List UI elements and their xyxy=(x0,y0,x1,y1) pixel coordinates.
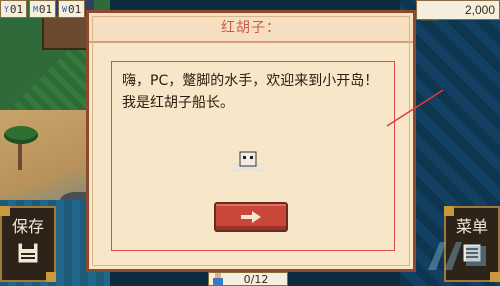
week-value: 01 xyxy=(67,2,82,16)
dialog-message: 嗨，PC，蹩脚的水手，欢迎来到小开岛！我是红胡子船长。 xyxy=(122,73,379,111)
crew-member-icon xyxy=(213,273,223,285)
menu-label: 菜单 xyxy=(455,217,488,236)
year-value: 01 xyxy=(9,2,24,16)
right-arrow-icon xyxy=(241,211,261,223)
week-counter: W 01 xyxy=(58,0,86,18)
palm-tree-trunk xyxy=(18,140,22,170)
crew-count: 0/12 xyxy=(243,272,269,286)
month-key: M xyxy=(33,4,38,14)
crew-progress: 0/12 xyxy=(208,272,288,286)
floppy-disk-icon xyxy=(17,242,39,264)
palm-tree-leaves xyxy=(4,126,38,144)
next-button[interactable] xyxy=(214,202,288,232)
annotation-line xyxy=(386,89,444,127)
speaker-name: 红胡子： xyxy=(221,20,281,36)
dialog-box: 红胡子： 嗨，PC，蹩脚的水手，欢迎来到小开岛！我是红胡子船长。 xyxy=(86,10,416,272)
save-label: 保存 xyxy=(11,217,44,236)
gold-amount: 2,000 xyxy=(416,0,500,20)
dialog-title-bar: 红胡子： xyxy=(89,13,413,43)
year-counter: Y 01 xyxy=(0,0,28,18)
month-counter: M 01 xyxy=(29,0,57,18)
save-button[interactable]: 保存 xyxy=(0,206,56,282)
date-counters: Y 01 M 01 W 01 xyxy=(0,0,86,18)
gold-value: 2,000 xyxy=(464,3,495,17)
week-key: W xyxy=(62,4,67,14)
year-key: Y xyxy=(4,4,9,14)
watermark-logo xyxy=(428,242,486,270)
month-value: 01 xyxy=(38,2,53,16)
skull-crossbones-icon xyxy=(229,151,267,173)
